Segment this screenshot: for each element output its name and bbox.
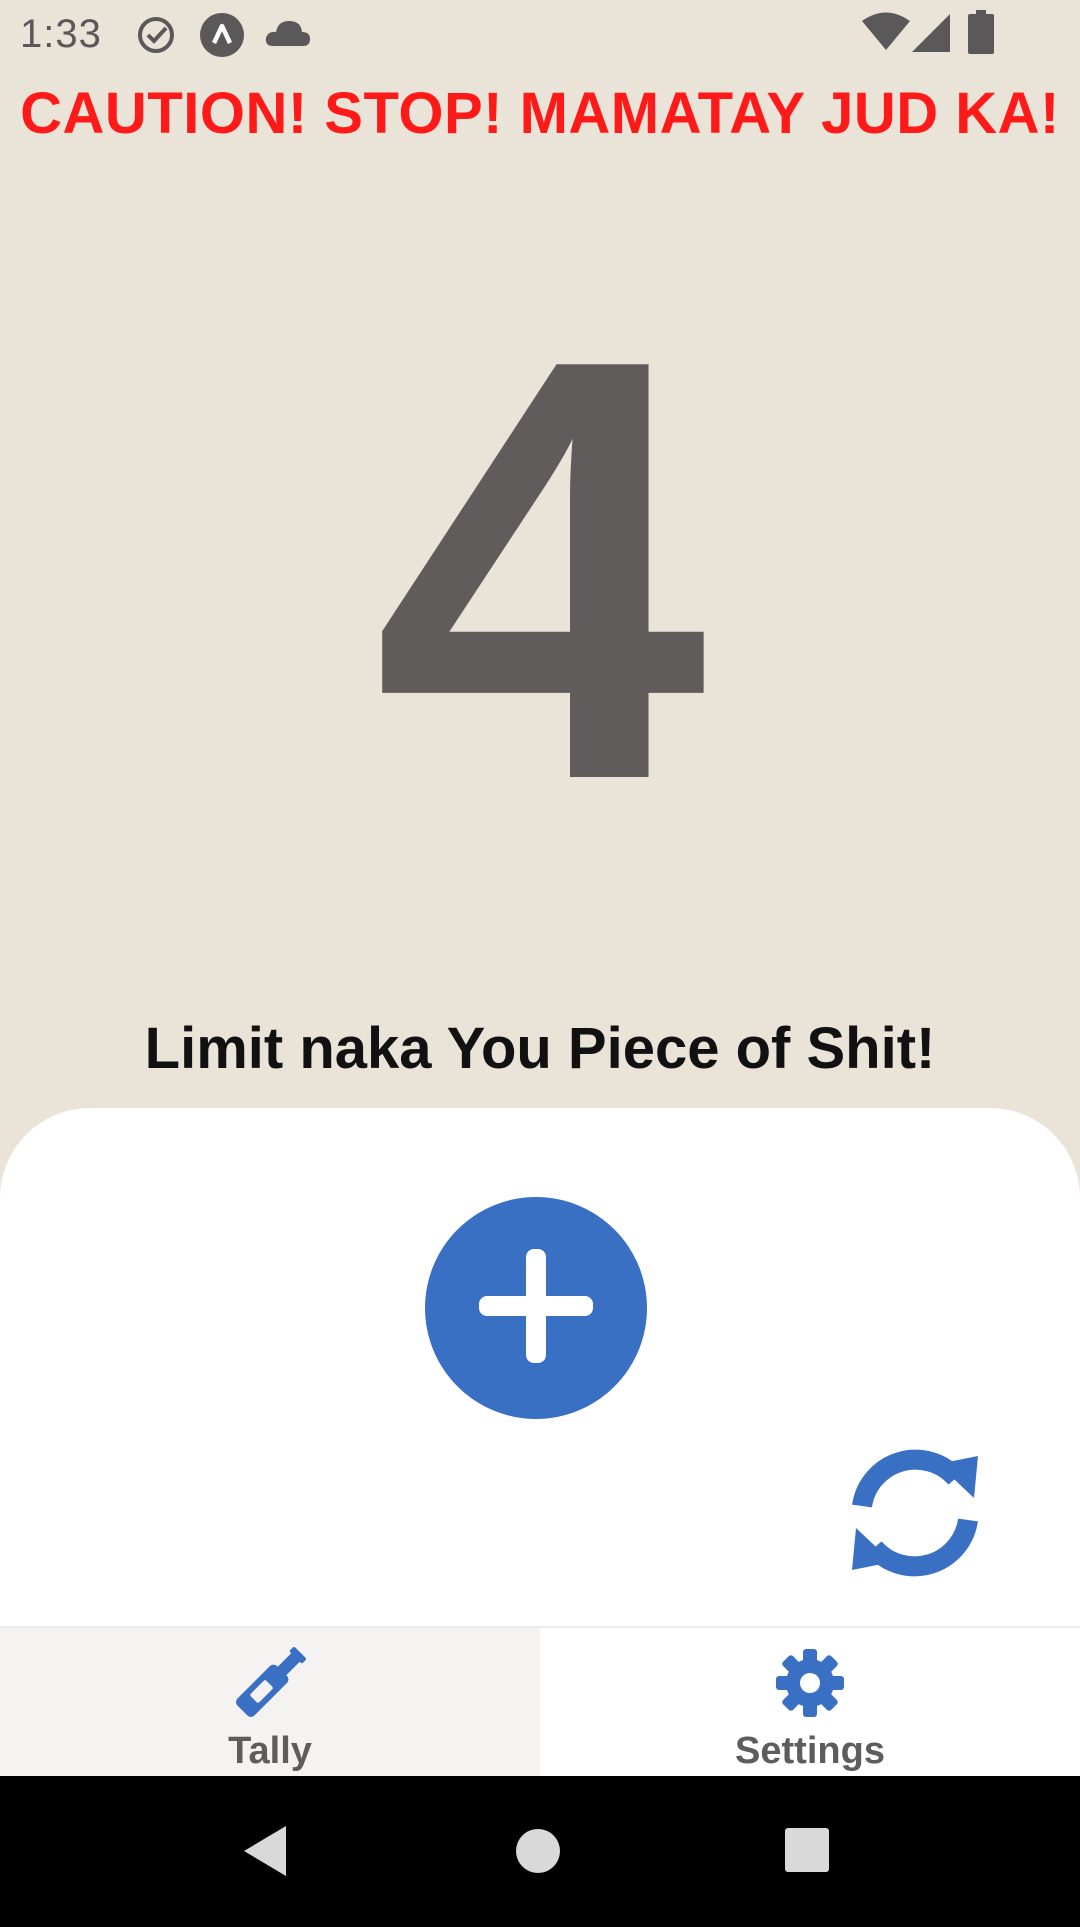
app-logo-icon bbox=[199, 12, 245, 63]
bottle-icon bbox=[225, 1638, 315, 1728]
wifi-icon bbox=[862, 12, 910, 57]
gear-icon bbox=[770, 1638, 850, 1728]
tab-settings-label: Settings bbox=[735, 1730, 885, 1772]
limit-message: Limit naka You Piece of Shit! bbox=[144, 1016, 936, 1081]
tab-tally[interactable]: Tally bbox=[0, 1628, 540, 1776]
system-nav-bar bbox=[0, 1776, 1080, 1927]
tab-tally-label: Tally bbox=[228, 1730, 312, 1772]
status-time: 1:33 bbox=[20, 12, 102, 56]
recents-icon[interactable] bbox=[783, 1826, 831, 1879]
plus-icon bbox=[471, 1241, 601, 1376]
tab-settings[interactable]: Settings bbox=[540, 1628, 1080, 1776]
bottom-tab-bar: Tally Settings bbox=[0, 1626, 1080, 1776]
status-bar: 1:33 bbox=[0, 0, 1080, 70]
signal-icon bbox=[912, 14, 950, 57]
tally-count: 4 bbox=[373, 235, 707, 905]
reset-count-button[interactable] bbox=[840, 1440, 990, 1590]
home-icon[interactable] bbox=[513, 1826, 563, 1881]
app-screen: 1:33 CAUTION! STOP! MAMATAY JUD KA! 4 Li… bbox=[0, 0, 1080, 1927]
caution-warning: CAUTION! STOP! MAMATAY JUD KA! bbox=[20, 81, 1060, 146]
add-drink-button[interactable] bbox=[425, 1197, 647, 1419]
check-circle-icon bbox=[135, 14, 177, 61]
cloud-icon bbox=[265, 18, 311, 53]
refresh-icon bbox=[840, 1438, 990, 1593]
battery-icon bbox=[968, 10, 994, 59]
back-icon[interactable] bbox=[240, 1824, 290, 1883]
